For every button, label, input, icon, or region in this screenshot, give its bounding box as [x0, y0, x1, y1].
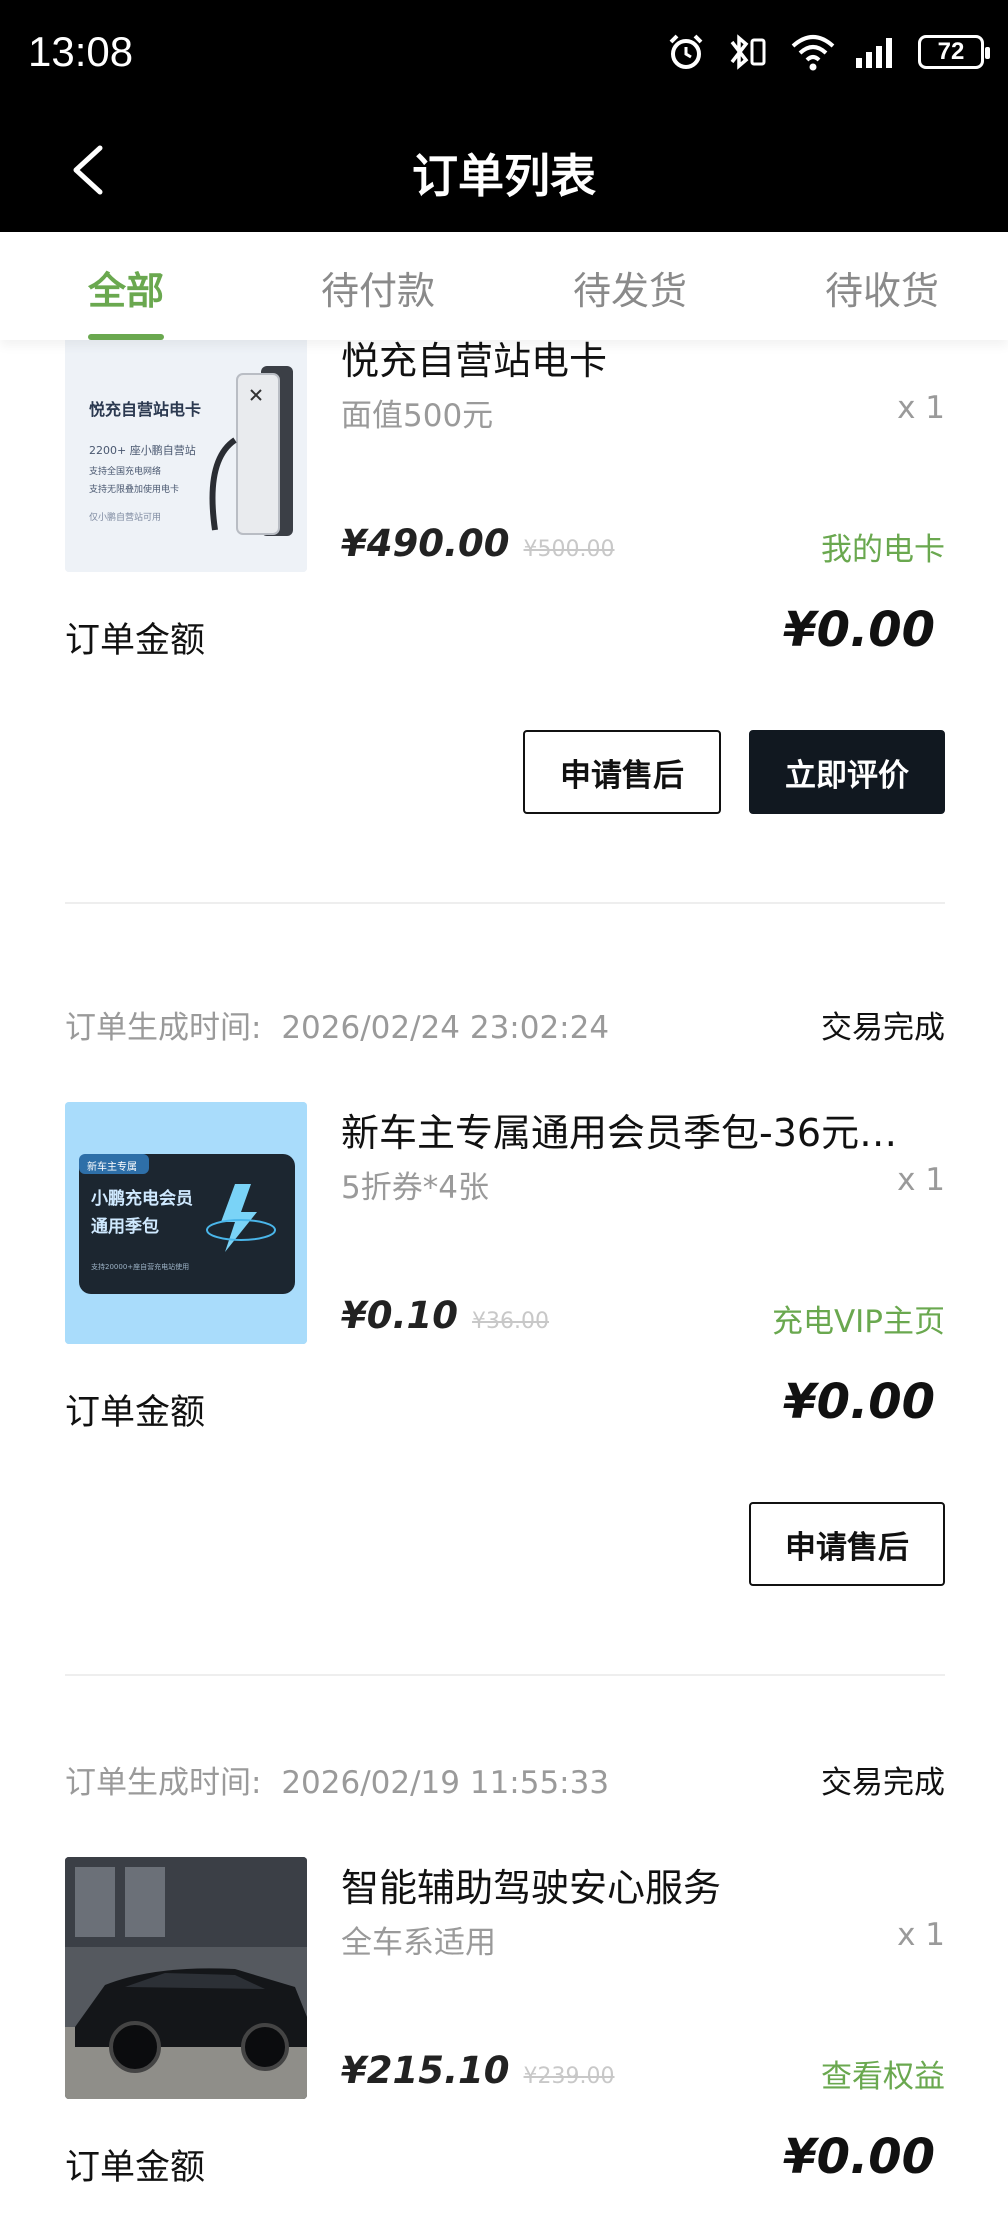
- active-tab-indicator: [88, 334, 164, 340]
- status-bar: 13:08 72: [0, 0, 1008, 110]
- product-price: ¥490.00 ¥500.00: [341, 522, 615, 565]
- tab-label: 全部: [87, 269, 164, 313]
- order-amount-value: ¥0.00: [783, 2129, 935, 2185]
- tab-pending-receipt[interactable]: 待收货: [756, 232, 1008, 340]
- order-tabs: 全部 待付款 待发货 待收货: [0, 232, 1008, 340]
- order-time: 2026/02/19 11:55:33: [281, 1765, 610, 1801]
- car-image: [65, 1857, 307, 2099]
- order-status: 交易完成: [821, 1765, 945, 1801]
- original-price: ¥239.00: [523, 2064, 615, 2089]
- page-title: 订单列表: [412, 149, 596, 203]
- order-amount-value: ¥0.00: [783, 1374, 935, 1430]
- product-spec: 5折券*4张: [341, 1170, 489, 1206]
- thumb-text: 通用季包: [91, 1217, 159, 1237]
- product-thumbnail[interactable]: [65, 1857, 307, 2099]
- status-time: 13:08: [28, 28, 134, 75]
- product-thumbnail[interactable]: 新车主专属 小鹏充电会员 通用季包 支持20000+座自营充电站使用: [65, 1102, 307, 1344]
- price-value: ¥490.00: [341, 522, 510, 565]
- nav-bar: 订单列表: [0, 110, 1008, 232]
- after-sales-button[interactable]: 申请售后: [749, 1502, 945, 1586]
- product-spec: 面值500元: [341, 398, 494, 434]
- thumb-text: 新车主专属: [87, 1162, 137, 1173]
- order-amount-label: 订单金额: [65, 2148, 206, 2188]
- product-title[interactable]: 新车主专属通用会员季包-36元…: [341, 1102, 945, 1157]
- product-quantity: x 1: [897, 1917, 945, 1953]
- product-title[interactable]: 智能辅助驾驶安心服务: [341, 1857, 945, 1912]
- order-status: 交易完成: [821, 1010, 945, 1046]
- order-time: 2026/02/24 23:02:24: [281, 1010, 610, 1046]
- wifi-icon: [791, 35, 835, 71]
- order-header: 订单生成时间: 2026/02/19 11:55:33 交易完成: [65, 1757, 945, 1807]
- view-benefits-link[interactable]: 查看权益: [821, 2051, 945, 2096]
- original-price: ¥500.00: [523, 537, 615, 562]
- order-amount-label: 订单金额: [65, 1393, 206, 1433]
- divider: [65, 1674, 945, 1676]
- thumb-text: 仅小鹏自营站可用: [89, 513, 162, 523]
- tab-label: 待付款: [320, 269, 435, 313]
- price-value: ¥0.10: [341, 1294, 459, 1337]
- after-sales-button[interactable]: 申请售后: [523, 730, 721, 814]
- tab-label: 待收货: [824, 269, 939, 313]
- order-header: 订单生成时间: 2026/02/24 23:02:24 交易完成: [65, 1002, 945, 1052]
- tab-pending-payment[interactable]: 待付款: [252, 232, 504, 340]
- product-price: ¥0.10 ¥36.00: [341, 1294, 549, 1337]
- order-amount-value: ¥0.00: [783, 602, 935, 658]
- price-value: ¥215.10: [341, 2049, 510, 2092]
- thumb-text: 小鹏充电会员: [91, 1189, 193, 1209]
- tab-label: 待发货: [572, 269, 687, 313]
- product-price: ¥215.10 ¥239.00: [341, 2049, 615, 2092]
- my-charge-card-link[interactable]: 我的电卡: [821, 524, 945, 569]
- thumb-text: 支持20000+座自营充电站使用: [91, 1263, 190, 1271]
- tab-all[interactable]: 全部: [0, 232, 252, 340]
- review-button[interactable]: 立即评价: [749, 730, 945, 814]
- product-spec: 全车系适用: [341, 1925, 496, 1961]
- thumb-text: 2200+ 座小鹏自营站: [89, 444, 196, 457]
- order-time-label: 订单生成时间:: [65, 1010, 262, 1046]
- alarm-icon: [669, 34, 703, 69]
- signal-icon: [856, 38, 892, 68]
- thumb-text: 悦充自营站电卡: [89, 400, 202, 419]
- battery-icon: 72: [918, 35, 990, 69]
- bluetooth-vibrate-icon: [730, 34, 766, 70]
- product-thumbnail[interactable]: 悦充自营站电卡 2200+ 座小鹏自营站 支持全国充电网络 支持无限叠加使用电卡…: [65, 330, 307, 572]
- tab-pending-shipment[interactable]: 待发货: [504, 232, 756, 340]
- order-amount-label: 订单金额: [65, 621, 206, 661]
- original-price: ¥36.00: [472, 1309, 550, 1334]
- thumb-text: 支持全国充电网络: [89, 467, 162, 477]
- product-quantity: x 1: [897, 390, 945, 426]
- order-time-label: 订单生成时间:: [65, 1765, 262, 1801]
- vip-homepage-link[interactable]: 充电VIP主页: [772, 1296, 945, 1341]
- divider: [65, 902, 945, 904]
- thumb-text: 支持无限叠加使用电卡: [89, 485, 180, 495]
- status-icons: 72: [666, 28, 990, 76]
- product-quantity: x 1: [897, 1162, 945, 1198]
